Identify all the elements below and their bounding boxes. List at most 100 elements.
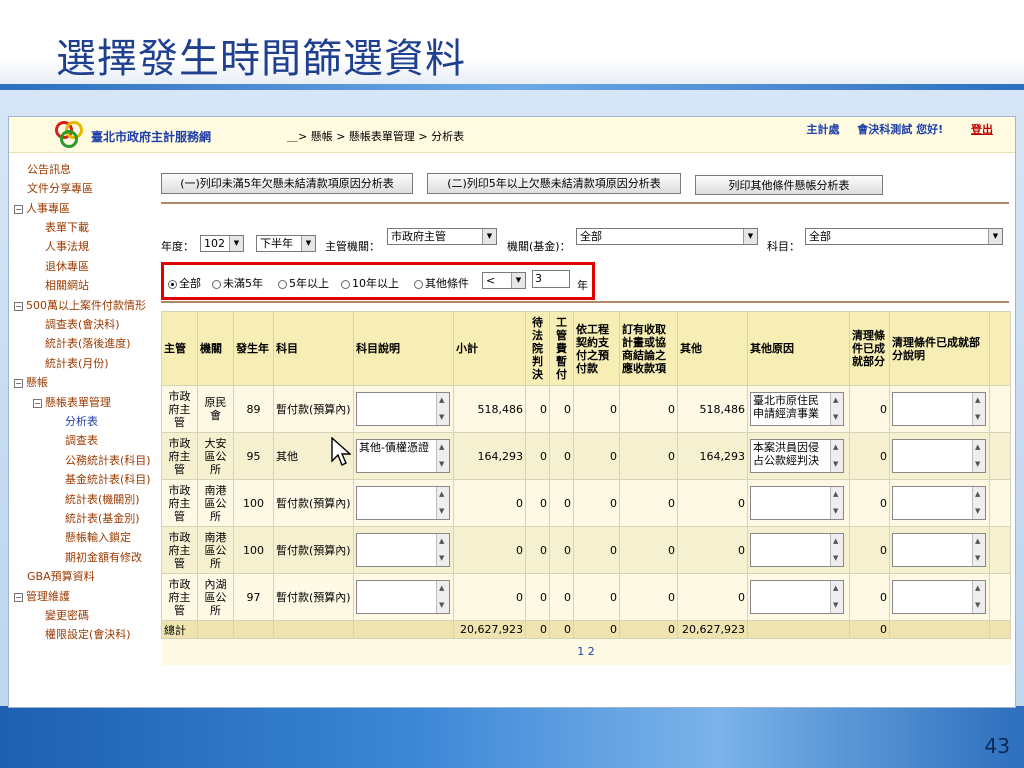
scrollbar[interactable] [830,393,843,425]
col-receivable: 訂有收取計畫或協商結論之應收款項 [619,311,678,386]
sidebar-item-permissions[interactable]: 權限設定(會決科) [45,626,131,642]
operator-select[interactable]: < ▼ [482,272,526,289]
sidebar-item-stats-delay[interactable]: 統計表(落後進度) [45,335,131,351]
other-reason-textarea[interactable]: 本案洪員因侵占公款經判決 [750,439,844,473]
scrollbar[interactable] [972,393,985,425]
cell-c4: 0 [619,385,678,433]
scrollbar[interactable] [436,440,449,472]
cell-c1: 0 [525,526,550,574]
site-name[interactable]: 臺北市政府主計服務網 [91,128,211,145]
scrollbar[interactable] [436,487,449,519]
total-subtotal: 20,627,923 [453,620,526,639]
scrollbar[interactable] [830,534,843,566]
print-under5-button[interactable]: (一)列印未滿5年欠懸未結清款項原因分析表 [161,173,413,194]
scrollbar[interactable] [436,581,449,613]
years-input[interactable]: 3 [532,270,570,288]
other-reason-textarea[interactable]: 臺北市原住民申請經濟事業 [750,392,844,426]
radio-under5[interactable]: 未滿5年 [212,275,263,291]
org-select[interactable]: 全部 ▼ [576,228,758,245]
sidebar-item-personnel-rules[interactable]: 人事法規 [45,238,89,254]
sidebar-item-gba-budget[interactable]: GBA預算資料 [27,568,95,584]
cell-agency: 市政府主管 [161,573,198,621]
scrollbar[interactable] [972,487,985,519]
sidebar-item-file-share[interactable]: 文件分享專區 [27,180,93,196]
col-other-reason: 其他原因 [747,311,850,386]
subject-desc-textarea[interactable] [356,392,450,426]
sidebar-item-survey[interactable]: 調查表(會決科) [45,316,120,332]
sidebar-item-survey-form[interactable]: 調查表 [65,432,98,448]
subject-select[interactable]: 全部 ▼ [805,228,1003,245]
total-c2: 0 [549,620,574,639]
app-window: 臺北市政府主計服務網 ＿> 懸帳 > 懸帳表單管理 > 分析表 主計處 會決科測… [8,116,1016,708]
cell-c1: 0 [525,385,550,433]
scrollbar[interactable] [830,440,843,472]
cell-year: 89 [233,385,274,433]
sidebar-item-form-download[interactable]: 表單下載 [45,219,89,235]
sidebar-item-large-payments[interactable]: −500萬以上案件付款情形 [14,297,146,313]
sidebar-item-suspense[interactable]: − 懸帳 [14,374,48,390]
collapse-icon[interactable]: − [14,378,23,388]
subject-desc-textarea[interactable] [356,486,450,520]
sidebar-item-retirement[interactable]: 退休專區 [45,258,89,274]
cell-cleared: 0 [849,385,890,433]
sidebar-item-related-sites[interactable]: 相關網站 [45,277,89,293]
radio-over5[interactable]: 5年以上 [278,275,329,291]
other-reason-textarea[interactable] [750,486,844,520]
scrollbar[interactable] [972,440,985,472]
scrollbar[interactable] [436,393,449,425]
scrollbar[interactable] [436,534,449,566]
subject-desc-textarea[interactable] [356,580,450,614]
collapse-icon[interactable]: − [14,204,23,214]
cleared-desc-textarea[interactable] [892,580,986,614]
cleared-desc-textarea[interactable] [892,439,986,473]
half-year-select[interactable]: 下半年 ▼ [256,235,316,252]
year-select[interactable]: 102 ▼ [200,235,244,252]
sidebar-item-initial-modified[interactable]: 期初金額有修改 [65,549,142,565]
agency-select[interactable]: 市政府主管 ▼ [387,228,497,245]
radio-over10[interactable]: 10年以上 [341,275,399,291]
chevron-down-icon: ▼ [301,236,315,251]
other-reason-textarea[interactable] [750,580,844,614]
cleared-desc-textarea[interactable] [892,392,986,426]
collapse-icon[interactable]: − [33,398,42,408]
sidebar-item-stats-month[interactable]: 統計表(月份) [45,355,109,371]
sidebar-item-announcements[interactable]: 公告訊息 [27,161,71,177]
chevron-down-icon: ▼ [482,229,496,244]
sidebar-item-stats-agency[interactable]: 統計表(機關別) [65,491,140,507]
sidebar-item-maintenance[interactable]: − 管理維護 [14,588,70,604]
scrollbar[interactable] [830,581,843,613]
radio-other[interactable]: 其他條件 [414,275,469,291]
sidebar-item-input-lock[interactable]: 懸帳輸入鎖定 [65,529,131,545]
cell-extra [989,479,1011,527]
collapse-icon[interactable]: − [14,592,23,602]
scrollbar[interactable] [972,534,985,566]
scrollbar[interactable] [830,487,843,519]
subject-desc-textarea[interactable] [356,533,450,567]
cell-cleared: 0 [849,573,890,621]
page-link-1[interactable]: 1 [577,645,584,658]
radio-all[interactable]: 全部 [168,275,201,291]
cell-other: 0 [677,479,748,527]
col-year: 發生年 [233,311,274,386]
page-link-2[interactable]: 2 [588,645,595,658]
sidebar-item-stats-fund[interactable]: 統計表(基金別) [65,510,140,526]
subject-desc-textarea[interactable]: 其他-債權憑證 [356,439,450,473]
sidebar-item-suspense-forms[interactable]: − 懸帳表單管理 [33,394,111,410]
other-reason-textarea[interactable] [750,533,844,567]
cell-subtotal: 0 [453,573,526,621]
print-over5-button[interactable]: (二)列印5年以上欠懸未結清款項原因分析表 [427,173,681,194]
sidebar-item-change-password[interactable]: 變更密碼 [45,607,89,623]
scrollbar[interactable] [972,581,985,613]
logout-link[interactable]: 登出 [971,123,993,136]
sidebar-item-personnel[interactable]: − 人事專區 [14,200,70,216]
collapse-icon[interactable]: − [14,301,23,311]
sidebar-item-public-stats[interactable]: 公務統計表(科目) [65,452,151,468]
cell-c1: 0 [525,479,550,527]
cleared-desc-textarea[interactable] [892,486,986,520]
cleared-desc-textarea[interactable] [892,533,986,567]
sidebar-item-fund-stats[interactable]: 基金統計表(科目) [65,471,151,487]
print-other-button[interactable]: 列印其他條件懸帳分析表 [695,175,883,195]
cell-c3: 0 [573,385,620,433]
table-row: 市政府主管 原民會 89 暫付款(預算內) 518,486 0 0 0 0 51… [161,385,1011,433]
sidebar-item-analysis[interactable]: 分析表 [65,413,98,429]
